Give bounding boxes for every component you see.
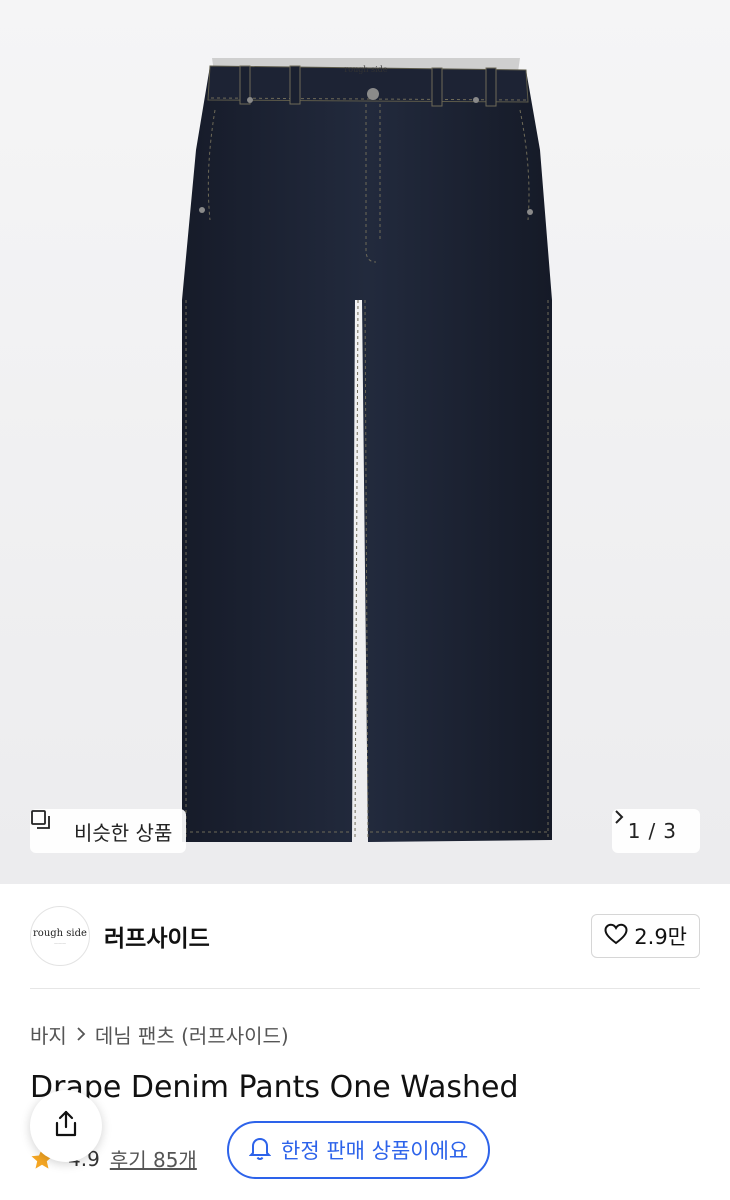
breadcrumb-subcategory[interactable]: 데님 팬츠 (러프사이드) — [95, 1020, 289, 1049]
brand-logo-subline: ——— — [54, 939, 66, 945]
limited-sale-label: 한정 판매 상품이에요 — [281, 1139, 469, 1163]
share-button[interactable] — [30, 1090, 102, 1162]
waistband-logo: rough side — [344, 65, 387, 74]
bell-icon — [248, 1136, 272, 1165]
image-pager[interactable]: 1 / 3 — [611, 809, 700, 853]
chevron-right-icon — [75, 1023, 87, 1047]
brand-logo[interactable]: rough side ——— — [30, 906, 90, 966]
overlap-square-icon — [31, 810, 66, 842]
brand-name[interactable]: 러프사이드 — [104, 919, 210, 953]
product-title: Drape Denim Pants One Washed — [30, 1070, 519, 1105]
limited-sale-badge[interactable]: 한정 판매 상품이에요 — [227, 1121, 491, 1179]
similar-products-button[interactable]: 비슷한 상품 — [30, 809, 187, 853]
heart-outline-icon — [604, 923, 628, 950]
reviews-link[interactable]: 후기 85개 — [110, 1144, 197, 1173]
pager-current: 1 — [627, 819, 641, 843]
brand-logo-text: rough side — [33, 927, 87, 939]
denim-pants-image: rough side — [182, 58, 552, 842]
pager-total: 3 — [663, 819, 676, 843]
breadcrumb-category[interactable]: 바지 — [30, 1020, 67, 1049]
section-divider — [30, 988, 700, 989]
like-button[interactable]: 2.9만 — [591, 914, 700, 958]
brand-row: rough side ——— 러프사이드 2.9만 — [30, 906, 700, 966]
similar-products-label: 비슷한 상품 — [74, 820, 173, 845]
breadcrumb: 바지 데님 팬츠 (러프사이드) — [30, 1020, 289, 1049]
pager-separator: / — [648, 819, 656, 843]
like-count: 2.9만 — [634, 925, 687, 949]
share-icon — [51, 1109, 81, 1143]
product-image-gallery[interactable]: rough side 비슷한 상품 1 / 3 — [0, 0, 730, 884]
